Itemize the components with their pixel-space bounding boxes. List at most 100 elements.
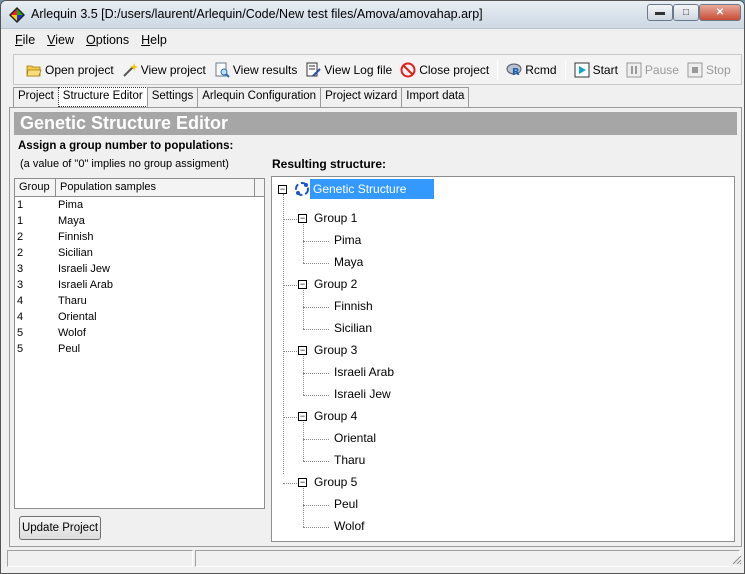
view-project-button[interactable]: View project (118, 59, 210, 81)
population-cell: Sicilian (58, 247, 93, 259)
menu-file-accel: F (15, 33, 23, 47)
magic-wand-icon (123, 62, 138, 77)
tree-connector (303, 356, 304, 395)
status-bar (1, 549, 744, 569)
group-cell[interactable]: 1 (15, 213, 56, 229)
tree-connector (303, 461, 329, 462)
tab-arlequin-configuration[interactable]: Arlequin Configuration (197, 87, 322, 107)
close-project-button[interactable]: Close project (396, 59, 493, 81)
maximize-button[interactable]: □ (673, 4, 699, 21)
table-row[interactable]: 2 Sicilian (15, 245, 264, 261)
column-header-population[interactable]: Population samples (56, 179, 255, 196)
view-log-button[interactable]: View Log file (301, 59, 396, 81)
menu-help[interactable]: Help (135, 32, 173, 50)
stop-button[interactable]: Stop (683, 59, 735, 81)
start-button[interactable]: Start (570, 59, 622, 81)
tree-connector (303, 329, 329, 330)
group-cell[interactable]: 3 (15, 261, 56, 277)
close-button[interactable]: ✕ (699, 4, 741, 21)
minimize-button[interactable]: ▬ (647, 4, 673, 21)
toolbar: Open project View project View results V… (13, 54, 742, 85)
group-expander[interactable]: − (298, 478, 307, 487)
result-label: Resulting structure: (272, 157, 387, 171)
table-row[interactable]: 2 Finnish (15, 229, 264, 245)
population-cell: Israeli Arab (58, 279, 114, 291)
menu-options-accel: O (86, 33, 96, 47)
svg-text:R: R (512, 67, 520, 78)
tree-population-node[interactable]: Sicilian (334, 321, 372, 335)
update-project-button[interactable]: Update Project (19, 516, 101, 540)
tree-connector (283, 351, 297, 352)
group-expander[interactable]: − (298, 214, 307, 223)
tree-connector (303, 373, 329, 374)
stop-icon (687, 62, 703, 77)
group-cell[interactable]: 4 (15, 309, 56, 325)
group-cell[interactable]: 2 (15, 245, 56, 261)
tab-project-wizard[interactable]: Project wizard (320, 87, 403, 107)
menu-view[interactable]: View (41, 32, 80, 50)
rcmd-button[interactable]: R Rcmd (502, 59, 560, 81)
tree-population-node[interactable]: Tharu (334, 453, 365, 467)
column-header-group[interactable]: Group (15, 179, 56, 196)
table-row[interactable]: 4 Oriental (15, 309, 264, 325)
tree-group-node[interactable]: Group 3 (314, 343, 357, 357)
structure-tree[interactable]: − Genetic Structure − Group 1 Pima Maya − Group… (271, 176, 735, 542)
group-cell[interactable]: 4 (15, 293, 56, 309)
tree-population-node[interactable]: Israeli Jew (334, 387, 391, 401)
tree-group-node[interactable]: Group 2 (314, 277, 357, 291)
tree-population-node[interactable]: Maya (334, 255, 363, 269)
table-row[interactable]: 3 Israeli Arab (15, 277, 264, 293)
start-label: Start (592, 62, 618, 77)
group-cell[interactable]: 2 (15, 229, 56, 245)
table-row[interactable]: 5 Wolof (15, 325, 264, 341)
root-expander[interactable]: − (278, 185, 287, 194)
group-expander[interactable]: − (298, 280, 307, 289)
tree-population-node[interactable]: Peul (334, 497, 358, 511)
population-cell: Pima (58, 199, 84, 211)
tree-population-node[interactable]: Finnish (334, 299, 373, 313)
stop-label: Stop (705, 62, 731, 77)
r-logo-icon: R (506, 63, 522, 78)
table-row[interactable]: 4 Tharu (15, 293, 264, 309)
tree-connector (303, 439, 329, 440)
group-cell[interactable]: 5 (15, 341, 56, 357)
toolbar-separator (497, 59, 499, 80)
group-expander[interactable]: − (298, 412, 307, 421)
tree-population-node[interactable]: Israeli Arab (334, 365, 394, 379)
open-project-button[interactable]: Open project (22, 59, 118, 81)
table-row[interactable]: 5 Peul (15, 341, 264, 357)
pause-button[interactable]: Pause (622, 59, 683, 81)
menu-view-label: iew (55, 33, 75, 47)
view-log-label: View Log file (324, 62, 393, 77)
tree-population-node[interactable]: Oriental (334, 431, 376, 445)
resize-grip-icon[interactable] (730, 553, 742, 565)
table-row[interactable]: 1 Pima (15, 197, 264, 213)
tab-project[interactable]: Project (13, 87, 59, 107)
table-row[interactable]: 1 Maya (15, 213, 264, 229)
tree-population-node[interactable]: Wolof (334, 519, 364, 533)
tab-structure-editor[interactable]: Structure Editor (57, 87, 148, 107)
tab-settings[interactable]: Settings (146, 87, 199, 107)
group-assignment-grid[interactable]: Group Population samples 1 Pima 1 Maya 2 Finn… (14, 178, 265, 509)
arlequin-app-icon (9, 7, 25, 23)
tree-group-node[interactable]: Group 4 (314, 409, 357, 423)
tree-population-node[interactable]: Pima (334, 233, 361, 247)
tree-connector (303, 290, 304, 329)
tree-group-node[interactable]: Group 1 (314, 211, 357, 225)
population-cell: Maya (58, 215, 85, 227)
group-cell[interactable]: 5 (15, 325, 56, 341)
menu-file[interactable]: File (9, 32, 41, 50)
group-cell[interactable]: 3 (15, 277, 56, 293)
tab-import-data[interactable]: Import data (401, 87, 470, 107)
group-cell[interactable]: 1 (15, 197, 56, 213)
table-row[interactable]: 3 Israeli Jew (15, 261, 264, 277)
title-bar[interactable]: Arlequin 3.5 [D:/users/laurent/Arlequin/… (1, 1, 744, 29)
tree-group-node[interactable]: Group 5 (314, 475, 357, 489)
menu-options-label: ptions (95, 33, 130, 47)
view-results-button[interactable]: View results (210, 59, 301, 81)
group-expander[interactable]: − (298, 346, 307, 355)
population-cell: Israeli Jew (58, 263, 110, 275)
grid-body: 1 Pima 1 Maya 2 Finnish 2 Sicilian 3 Israeli Jew 3… (15, 197, 264, 357)
menu-options[interactable]: Options (80, 32, 135, 50)
pause-icon (626, 62, 642, 77)
